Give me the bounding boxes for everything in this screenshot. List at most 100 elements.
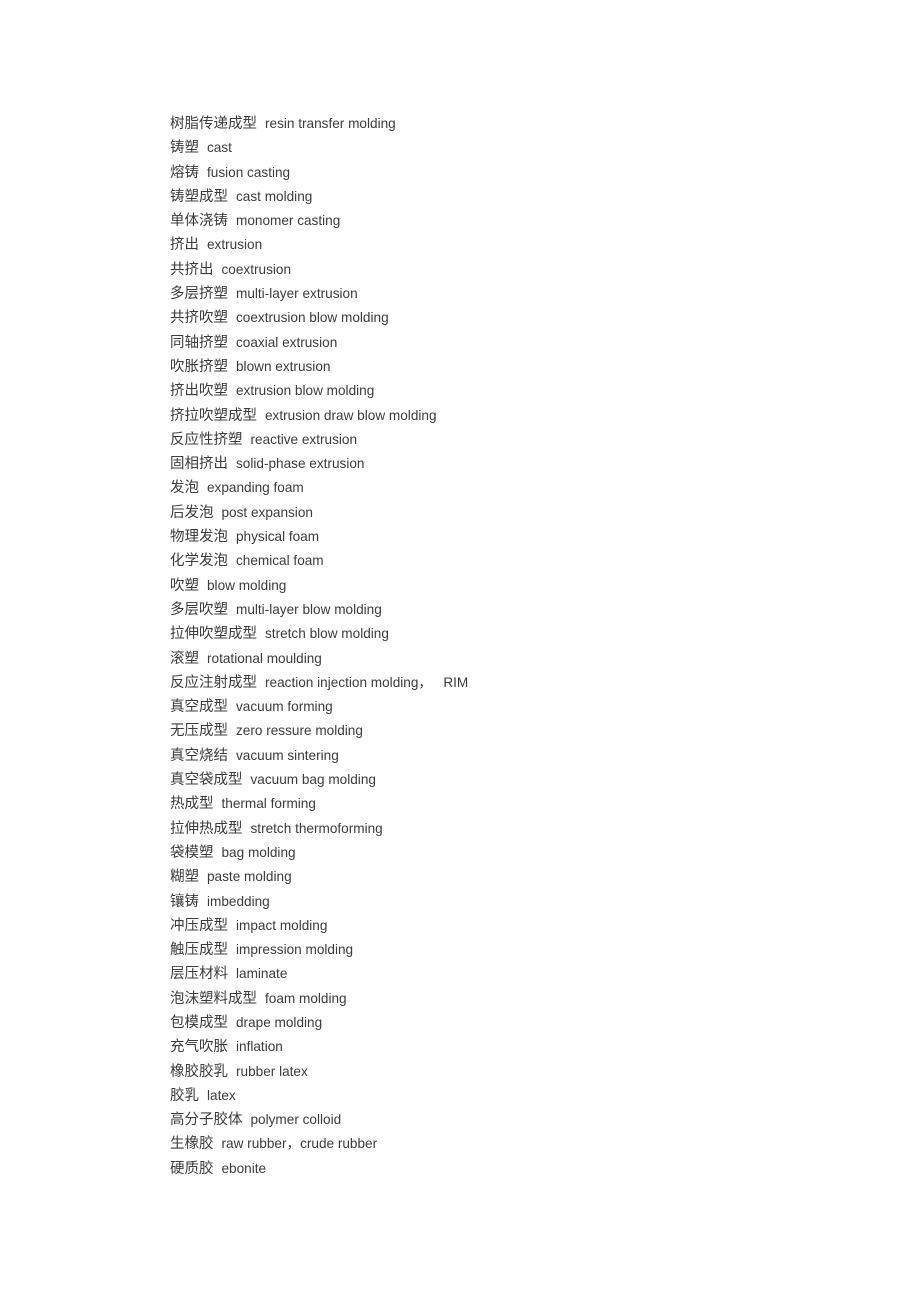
glossary-term-chinese: 生橡胶: [170, 1136, 214, 1153]
glossary-gloss-english: coextrusion blow molding: [236, 310, 389, 326]
glossary-gloss-english: coaxial extrusion: [236, 334, 338, 350]
glossary-gloss-english: cast: [207, 140, 232, 156]
glossary-gloss-english: imbedding: [207, 893, 270, 909]
glossary-entry: 单体浇铸 monomer casting: [170, 209, 870, 233]
glossary-gloss-english: monomer casting: [236, 213, 341, 229]
glossary-gloss-english: extrusion: [207, 237, 263, 253]
glossary-gloss-english: stretch thermoforming: [250, 820, 383, 836]
glossary-term-chinese: 吹塑: [170, 577, 199, 594]
glossary-term-chinese: 后发泡: [170, 504, 214, 521]
glossary-term-chinese: 铸塑成型: [170, 188, 228, 205]
glossary-gloss-english: impression molding: [236, 942, 354, 958]
glossary-entry: 镶铸 imbedding: [170, 890, 870, 914]
glossary-entry: 固相挤出 solid-phase extrusion: [170, 452, 870, 476]
glossary-term-chinese: 多层挤塑: [170, 286, 228, 303]
glossary-term-chinese: 真空成型: [170, 699, 228, 716]
glossary-term-chinese: 共挤出: [170, 261, 214, 278]
glossary-term-chinese: 同轴挤塑: [170, 334, 228, 351]
glossary-entry: 吹塑 blow molding: [170, 574, 870, 598]
glossary-entry: 挤出 extrusion: [170, 233, 870, 257]
glossary-term-chinese: 挤出吹塑: [170, 383, 228, 400]
glossary-gloss-english: reactive extrusion: [250, 431, 358, 447]
glossary-term-chinese: 胶乳: [170, 1087, 199, 1104]
glossary-gloss-english: physical foam: [236, 529, 320, 545]
glossary-term-chinese: 泡沫塑料成型: [170, 990, 257, 1007]
glossary-gloss-english: blown extrusion: [236, 358, 331, 374]
glossary-gloss-english: foam molding: [265, 990, 347, 1006]
glossary-term-chinese: 熔铸: [170, 164, 199, 181]
glossary-entry: 热成型 thermal forming: [170, 792, 870, 816]
glossary-entry: 反应性挤塑 reactive extrusion: [170, 428, 870, 452]
glossary-entry: 硬质胶 ebonite: [170, 1157, 870, 1181]
glossary-entry: 反应注射成型 reaction injection molding， RIM: [170, 671, 870, 695]
glossary-gloss-english: laminate: [236, 966, 288, 982]
glossary-gloss-english: vacuum forming: [236, 699, 333, 715]
glossary-term-chinese: 发泡: [170, 480, 199, 497]
glossary-gloss-english: paste molding: [207, 869, 292, 885]
glossary-gloss-english: coextrusion: [221, 261, 292, 277]
glossary-gloss-english: chemical foam: [236, 553, 324, 569]
glossary-term-chinese: 反应注射成型: [170, 674, 257, 691]
glossary-term-chinese: 多层吹塑: [170, 601, 228, 618]
glossary-term-chinese: 冲压成型: [170, 917, 228, 934]
glossary-gloss-english: cast molding: [236, 188, 313, 204]
glossary-term-chinese: 物理发泡: [170, 529, 228, 546]
glossary-entry: 袋模塑 bag molding: [170, 841, 870, 865]
document-page: 树脂传递成型 resin transfer molding 铸塑 cast 熔铸 fusi…: [0, 0, 920, 1302]
glossary-gloss-english: drape molding: [236, 1014, 323, 1030]
glossary-term-chinese: 共挤吹塑: [170, 310, 228, 327]
glossary-term-chinese: 拉伸吹塑成型: [170, 626, 257, 643]
glossary-term-chinese: 化学发泡: [170, 553, 228, 570]
glossary-entry: 触压成型 impression molding: [170, 938, 870, 962]
glossary-gloss-english: bag molding: [221, 844, 296, 860]
glossary-term-chinese: 拉伸热成型: [170, 820, 243, 837]
glossary-entry: 熔铸 fusion casting: [170, 161, 870, 185]
glossary-entry: 泡沫塑料成型 foam molding: [170, 987, 870, 1011]
glossary-gloss-english: inflation: [236, 1039, 283, 1055]
glossary-entry: 真空成型 vacuum forming: [170, 695, 870, 719]
glossary-entry: 无压成型 zero ressure molding: [170, 719, 870, 743]
glossary-entry: 挤拉吹塑成型 extrusion draw blow molding: [170, 404, 870, 428]
glossary-gloss-english: extrusion draw blow molding: [265, 407, 437, 423]
glossary-entry: 滚塑 rotational moulding: [170, 647, 870, 671]
glossary-entry: 共挤吹塑 coextrusion blow molding: [170, 306, 870, 330]
glossary-gloss-english: extrusion blow molding: [236, 383, 375, 399]
glossary-entry: 化学发泡 chemical foam: [170, 549, 870, 573]
glossary-entry: 冲压成型 impact molding: [170, 914, 870, 938]
glossary-term-chinese: 固相挤出: [170, 456, 228, 473]
glossary-term-chinese: 挤出: [170, 237, 199, 254]
glossary-entry: 铸塑 cast: [170, 136, 870, 160]
glossary-gloss-english: stretch blow molding: [265, 626, 389, 642]
glossary-entry: 真空烧结 vacuum sintering: [170, 744, 870, 768]
glossary-gloss-english: vacuum sintering: [236, 747, 339, 763]
glossary-gloss-english: resin transfer molding: [265, 116, 396, 131]
glossary-entry: 发泡 expanding foam: [170, 476, 870, 500]
glossary-entry: 物理发泡 physical foam: [170, 525, 870, 549]
glossary-entry: 充气吹胀 inflation: [170, 1035, 870, 1059]
glossary-entry: 高分子胶体 polymer colloid: [170, 1108, 870, 1132]
glossary-term-chinese: 树脂传递成型: [170, 116, 257, 132]
glossary-gloss-english: reaction injection molding， RIM: [265, 674, 469, 690]
glossary-term-chinese: 无压成型: [170, 723, 228, 740]
glossary-gloss-english: latex: [207, 1087, 236, 1103]
glossary-entry: 树脂传递成型 resin transfer molding: [170, 112, 870, 136]
glossary-entry: 真空袋成型 vacuum bag molding: [170, 768, 870, 792]
glossary-entry: 层压材料 laminate: [170, 962, 870, 986]
glossary-term-chinese: 橡胶胶乳: [170, 1063, 228, 1080]
glossary-term-chinese: 硬质胶: [170, 1160, 214, 1177]
glossary-entry: 多层挤塑 multi-layer extrusion: [170, 282, 870, 306]
glossary-gloss-english: ebonite: [221, 1160, 267, 1176]
glossary-entry: 吹胀挤塑 blown extrusion: [170, 355, 870, 379]
glossary-term-chinese: 单体浇铸: [170, 213, 228, 230]
glossary-term-chinese: 袋模塑: [170, 844, 214, 861]
glossary-term-chinese: 热成型: [170, 796, 214, 813]
glossary-term-chinese: 滚塑: [170, 650, 199, 667]
glossary-term-chinese: 触压成型: [170, 942, 228, 959]
glossary-entry: 糊塑 paste molding: [170, 865, 870, 889]
glossary-entry: 拉伸吹塑成型 stretch blow molding: [170, 622, 870, 646]
glossary-term-chinese: 包模成型: [170, 1014, 228, 1031]
glossary-list: 树脂传递成型 resin transfer molding 铸塑 cast 熔铸 fusi…: [170, 112, 870, 1181]
glossary-entry: 胶乳 latex: [170, 1084, 870, 1108]
glossary-term-chinese: 充气吹胀: [170, 1039, 228, 1056]
glossary-entry: 多层吹塑 multi-layer blow molding: [170, 598, 870, 622]
